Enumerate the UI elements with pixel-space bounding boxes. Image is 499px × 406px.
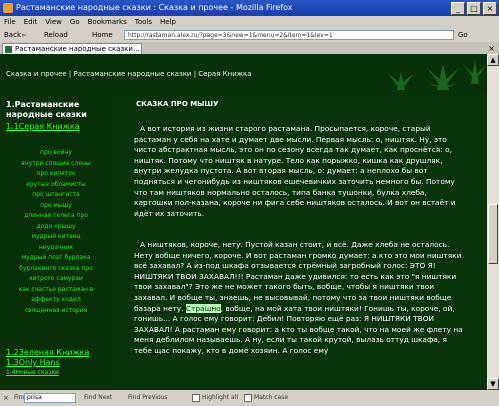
sidebar-menu: про войну внутри спящие слоны про кипято… [0, 148, 112, 316]
sidebar-link-green-book[interactable]: 1.2Зеленая Книжка [6, 348, 89, 358]
site-breadcrumb: Сказка и прочее | Растаманские народные … [6, 70, 252, 78]
story-paragraph: А ништяков, короче, нету. Пустой казан с… [134, 240, 464, 357]
sidebar-item[interactable]: крутые обламисты [0, 180, 112, 191]
search-highlight: Страшно [185, 303, 221, 313]
close-tab-icon[interactable]: × [488, 43, 495, 54]
favicon-icon [5, 46, 12, 53]
highlight-all-label: Highlight all [202, 394, 239, 401]
page-viewport: Сказка и прочее | Растаманские народные … [0, 54, 487, 390]
scroll-down-icon[interactable]: ▼ [487, 378, 499, 390]
find-bar: × Find: prisa Find Next Find Previous Hi… [0, 390, 499, 406]
reload-button[interactable]: Reload [44, 29, 68, 41]
menu-file[interactable]: File [4, 16, 16, 28]
story-text: А ништяков, короче, нету. Пустой казан с… [134, 240, 462, 313]
sidebar-item[interactable]: священная история [0, 306, 112, 317]
sidebar-item[interactable]: додо крышу [0, 222, 112, 233]
menu-bookmarks[interactable]: Bookmarks [88, 16, 127, 28]
story-text: , вобще, на мой хата твои ништяки! Гониш… [134, 303, 463, 355]
match-case-checkbox[interactable]: Match case [244, 390, 288, 406]
sidebar-item[interactable]: про штангиста [0, 190, 112, 201]
sidebar-link-only-hans[interactable]: 1.3Only Hans [6, 358, 60, 368]
main-content: СКАЗКА ПРО МЫШУ А вот история из жизни с… [112, 90, 487, 390]
story-paragraph: А вот история из жизни старого растамана… [134, 124, 456, 218]
story-title: СКАЗКА ПРО МЫШУ [136, 100, 219, 108]
firefox-icon [3, 3, 13, 13]
cannabis-leaf-decoration-icon [389, 60, 487, 90]
tab-active[interactable]: Растаманские народные сказки... [2, 43, 142, 54]
sidebar-item[interactable]: бурлакинто сказка про [0, 264, 112, 275]
menu-go[interactable]: Go [70, 16, 80, 28]
sidebar-item[interactable]: длинная телега про [0, 211, 112, 222]
menu-edit[interactable]: Edit [24, 16, 38, 28]
tab-label: Растаманские народные сказки... [15, 45, 140, 53]
checkbox-icon [244, 393, 252, 402]
site-header: Сказка и прочее | Растаманские народные … [0, 54, 487, 91]
sidebar-item[interactable]: про мышу [0, 201, 112, 212]
find-previous-button[interactable]: Find Previous [128, 390, 168, 406]
forward-arrow-icon[interactable]: ► [22, 29, 27, 41]
close-button[interactable]: × [483, 2, 497, 15]
sidebar-link-new-tales[interactable]: 1.4Новые сказки [6, 368, 59, 378]
navigation-toolbar: Back ► Reload Home http://rastaman.alex.… [0, 28, 499, 42]
sidebar-section-title: 1.Растаманские народные сказки [6, 100, 87, 119]
menu-help[interactable]: Help [160, 16, 176, 28]
sidebar-item[interactable]: хитрого самураи [0, 274, 112, 285]
sidebar-item[interactable]: внутри спящие слоны [0, 159, 112, 170]
match-case-label: Match case [254, 394, 289, 401]
find-next-button[interactable]: Find Next [84, 390, 112, 406]
sidebar-item[interactable]: мудрый китаец [0, 232, 112, 243]
menu-view[interactable]: View [45, 16, 62, 28]
minimize-button[interactable]: _ [451, 2, 465, 15]
sidebar-item[interactable]: неудачник [0, 243, 112, 254]
menubar: File Edit View Go Bookmarks Tools Help [0, 16, 499, 28]
find-input[interactable]: prisa [24, 393, 76, 403]
back-button[interactable]: Back [4, 29, 21, 41]
close-find-icon[interactable]: × [3, 394, 11, 402]
window-titlebar: Растаманские народные сказки : Сказка и … [0, 0, 499, 16]
checkbox-icon [192, 393, 200, 402]
sidebar-item[interactable]: мудрый поэт бурлака [0, 253, 112, 264]
maximize-button[interactable]: □ [467, 2, 481, 15]
vertical-scrollbar[interactable]: ▲ ▼ [487, 54, 499, 390]
sidebar: 1.Растаманские народные сказки 1.1Серая … [0, 90, 112, 390]
address-bar[interactable]: http://rastaman.alex.ru/?page=3&new=1&me… [124, 30, 454, 40]
home-button[interactable]: Home [92, 29, 113, 41]
sidebar-item[interactable]: про войну [0, 148, 112, 159]
menu-tools[interactable]: Tools [135, 16, 152, 28]
highlight-all-checkbox[interactable]: Highlight all [192, 390, 238, 406]
sidebar-item[interactable]: как счастье растаман в [0, 285, 112, 296]
sidebar-item[interactable]: аффекту ходил [0, 295, 112, 306]
sidebar-item[interactable]: про кипяток [0, 169, 112, 180]
window-title: Растаманские народные сказки : Сказка и … [16, 3, 293, 12]
tab-bar: Растаманские народные сказки... × [0, 42, 499, 54]
go-button[interactable]: Go [458, 29, 492, 41]
sidebar-link-grey-book[interactable]: 1.1Серая Книжка [6, 122, 80, 132]
scroll-thumb[interactable] [488, 204, 498, 264]
scroll-up-icon[interactable]: ▲ [487, 54, 499, 66]
